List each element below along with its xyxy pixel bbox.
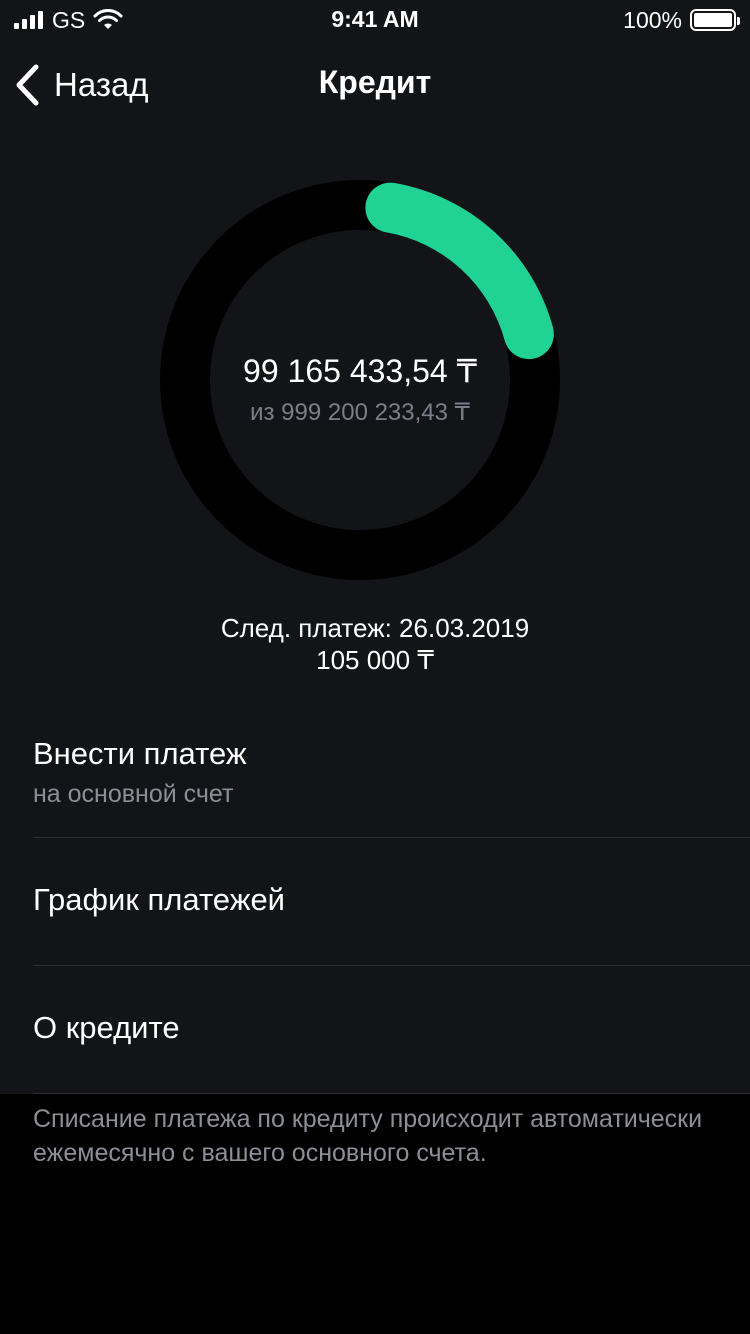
next-payment-amount: 105 000 ₸ [316, 645, 434, 675]
battery-icon [690, 9, 740, 31]
list-item-title: О кредите [33, 1010, 180, 1045]
list-item-title: Внести платеж [33, 736, 247, 771]
next-payment: След. платеж: 26.03.2019 105 000 ₸ [0, 612, 750, 676]
battery-percent: 100% [623, 6, 682, 33]
footer-note: Списание платежа по кредиту происходит а… [33, 1105, 703, 1167]
list-item-subtitle: на основной счет [33, 780, 234, 808]
list-item-title: График платежей [33, 882, 285, 917]
divider [33, 1093, 750, 1094]
status-bar: GS 9:41 AM 100% [0, 0, 750, 40]
total-amount: из 999 200 233,43 ₸ [250, 399, 470, 426]
screen: GS 9:41 AM 100% Назад Кредит 99 165 433,… [0, 0, 750, 1334]
make-payment-item[interactable]: Внести платеж на основной счет [0, 710, 750, 838]
nav-bar: Назад Кредит [0, 40, 750, 130]
remaining-amount: 99 165 433,54 ₸ [243, 353, 477, 389]
main-panel: GS 9:41 AM 100% Назад Кредит 99 165 433,… [0, 0, 750, 1094]
status-right: 100% [623, 6, 740, 33]
credit-menu: Внести платеж на основной счет График пл… [0, 710, 750, 1094]
ring-center: 99 165 433,54 ₸ из 999 200 233,43 ₸ [160, 352, 560, 427]
payment-schedule-item[interactable]: График платежей [0, 838, 750, 966]
about-credit-item[interactable]: О кредите [0, 966, 750, 1094]
ring-progress-arc [365, 182, 554, 360]
back-label: Назад [54, 66, 149, 103]
back-button[interactable]: Назад [14, 62, 149, 108]
next-payment-date: След. платеж: 26.03.2019 [220, 613, 530, 643]
credit-progress-ring: 99 165 433,54 ₸ из 999 200 233,43 ₸ [160, 180, 560, 580]
chevron-left-icon [16, 64, 39, 106]
